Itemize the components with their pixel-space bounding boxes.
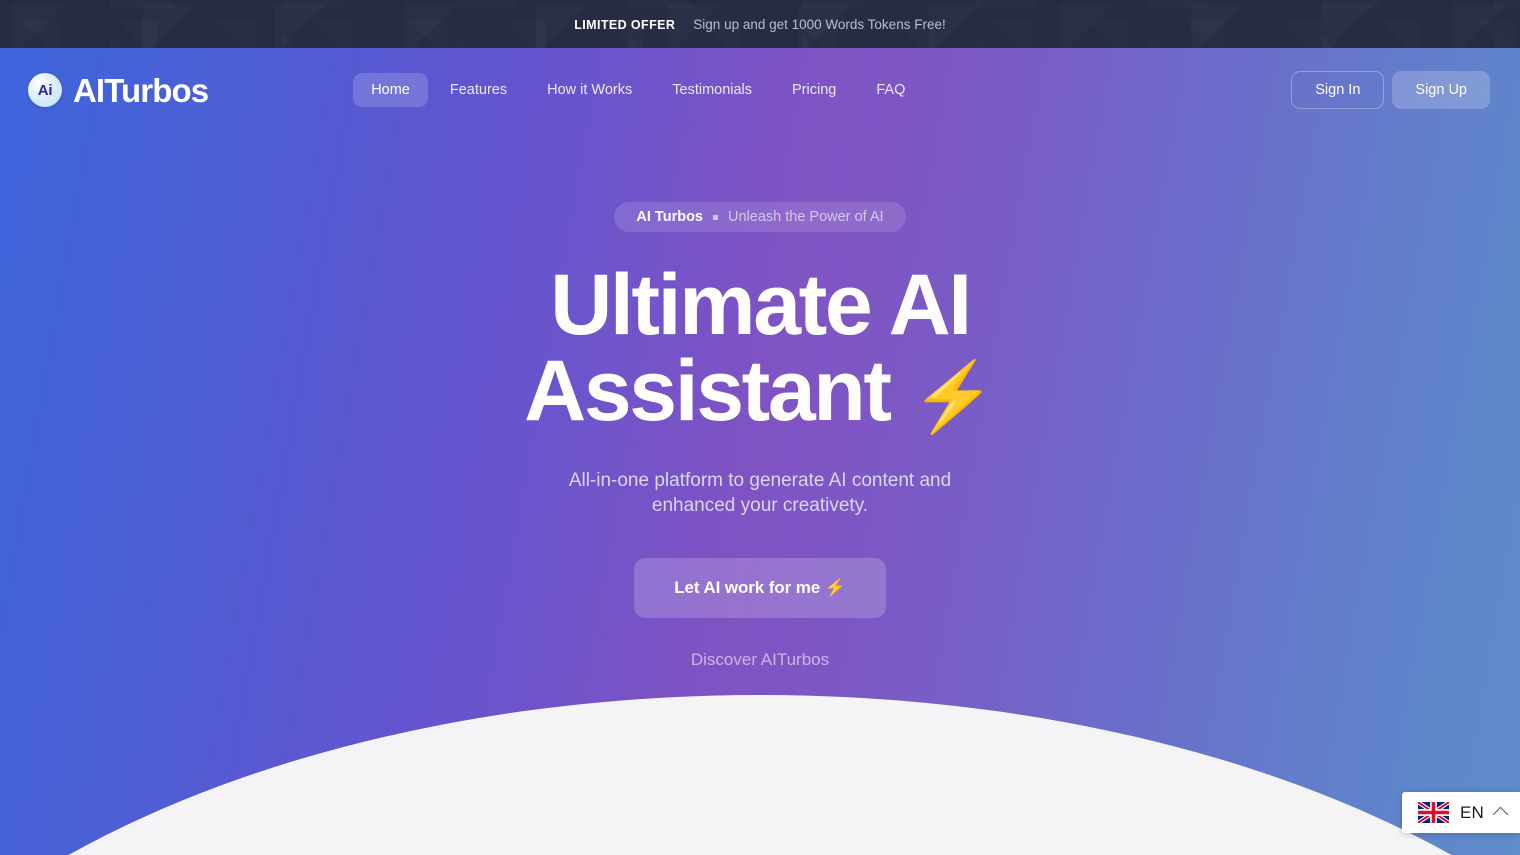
hero-title-line-2: Assistant [524,343,892,439]
nav-item-home[interactable]: Home [353,73,428,107]
main-navigation: Ai AITurbos Home Features How it Works T… [0,48,1520,132]
announcement-text: Sign up and get 1000 Words Tokens Free! [693,16,946,32]
brand-badge-text: Ai [37,81,53,99]
hero-pill-separator-icon [713,214,718,220]
announcement-banner: LIMITED OFFER Sign up and get 1000 Words… [0,0,1520,48]
lightning-bolt-icon: ⚡ [911,359,996,435]
uk-flag-svg [1417,802,1449,823]
nav-item-pricing[interactable]: Pricing [774,73,854,107]
hero-pill-tagline: Unleash the Power of AI [728,209,884,225]
nav-item-faq[interactable]: FAQ [858,73,923,107]
nav-item-testimonials[interactable]: Testimonials [654,73,770,107]
ai-badge-icon: Ai [28,73,62,107]
sign-up-button[interactable]: Sign Up [1392,71,1490,109]
hero-cta-button[interactable]: Let AI work for me ⚡ [634,557,886,618]
brand-name: AITurbos [73,71,209,109]
hero-tagline-pill: AI Turbos Unleash the Power of AI [614,202,906,232]
hero-content: AI Turbos Unleash the Power of AI Ultima… [0,132,1520,670]
nav-item-how-it-works[interactable]: How it Works [529,73,650,107]
discover-link[interactable]: Discover AITurbos [691,650,829,670]
uk-flag-icon [1417,802,1449,823]
hero-title-line-1: Ultimate AI [550,257,972,353]
hero-subtitle: All-in-one platform to generate AI conte… [568,470,952,517]
announcement-content: LIMITED OFFER Sign up and get 1000 Words… [574,17,945,32]
nav-item-features[interactable]: Features [432,73,525,107]
announcement-tag: LIMITED OFFER [574,17,676,32]
hero-title: Ultimate AI Assistant ⚡ [524,262,996,434]
language-switcher[interactable]: EN [1401,792,1520,833]
nav-links: Home Features How it Works Testimonials … [353,73,923,107]
sign-in-button[interactable]: Sign In [1291,71,1385,109]
nav-actions: Sign In Sign Up [1291,71,1490,109]
hero-pill-brand: AI Turbos [636,209,703,225]
hero-section: Ai AITurbos Home Features How it Works T… [0,48,1520,855]
chevron-up-icon [1492,806,1509,823]
brand-logo[interactable]: Ai AITurbos [28,71,209,109]
language-code: EN [1459,802,1484,822]
